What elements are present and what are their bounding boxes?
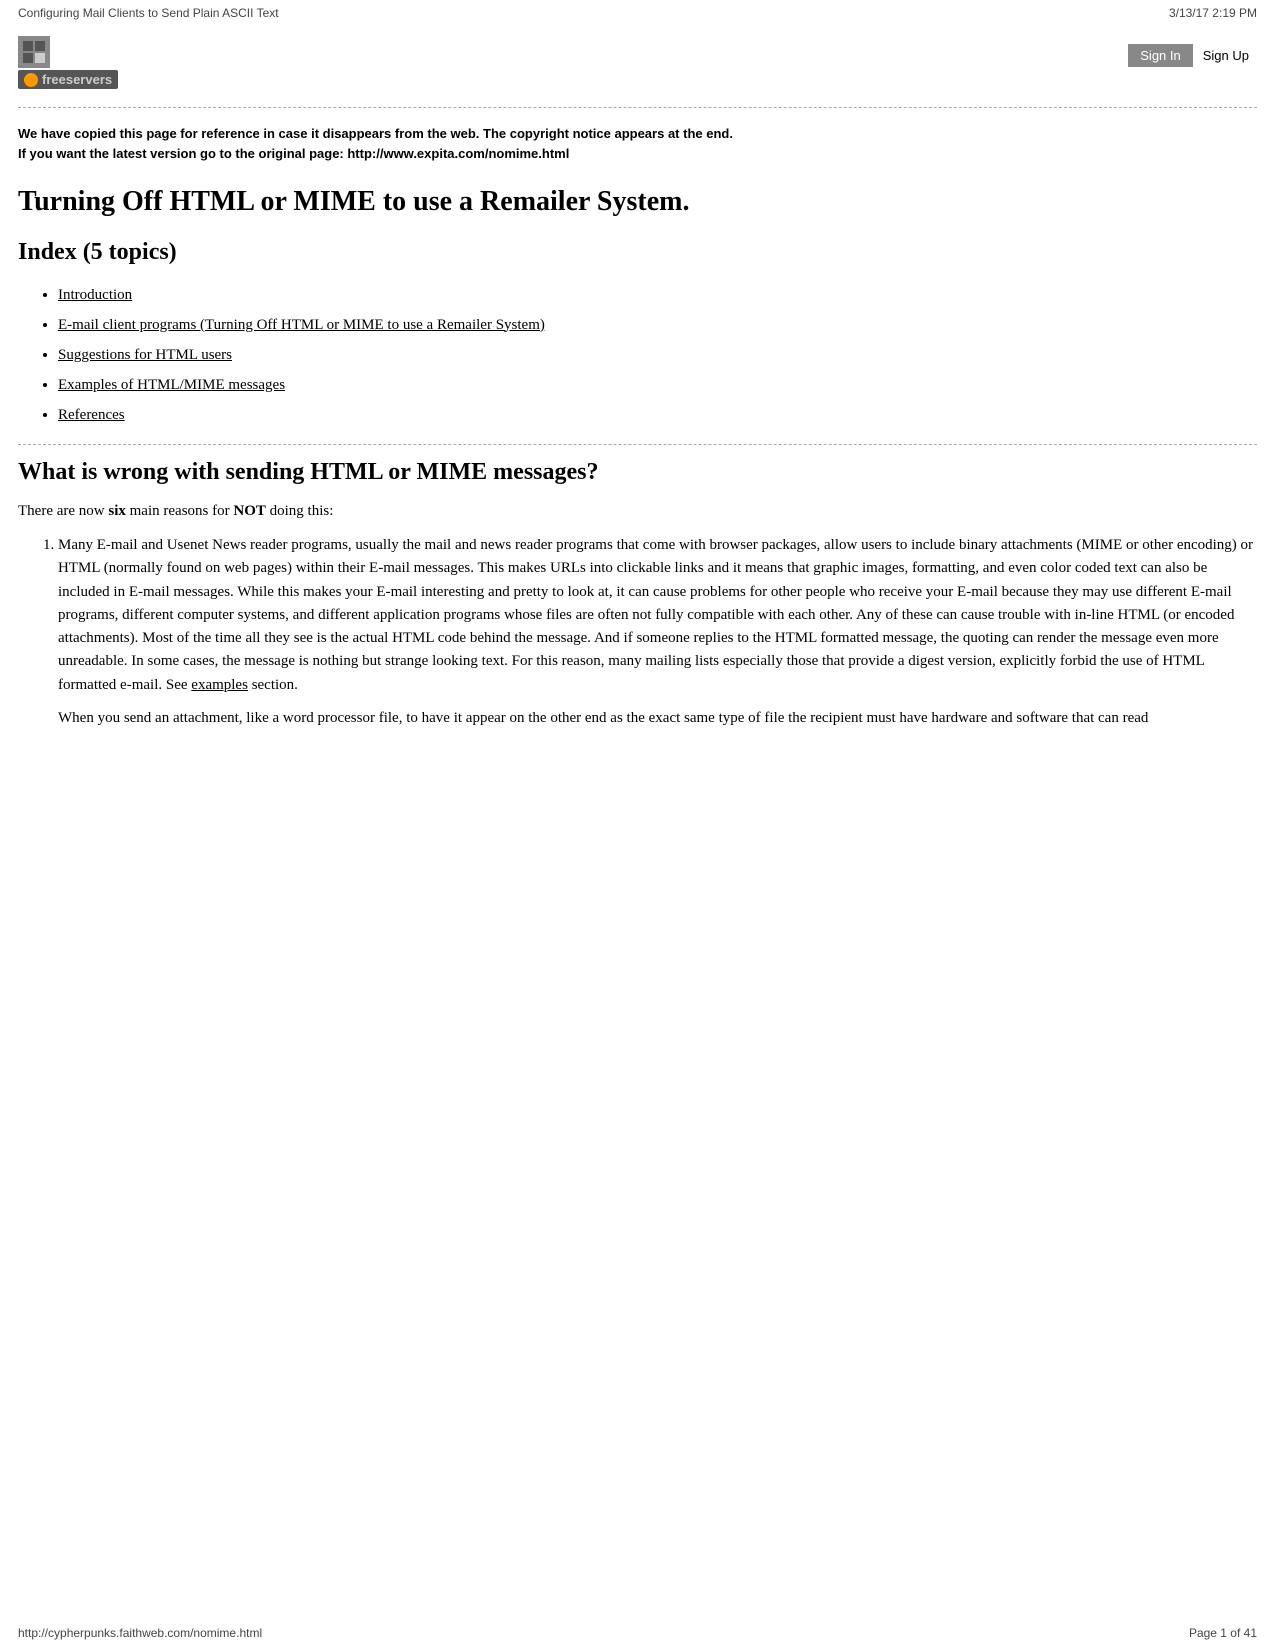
list-item: Examples of HTML/MIME messages bbox=[58, 370, 1257, 400]
footer-url: http://cypherpunks.faithweb.com/nomime.h… bbox=[18, 1626, 262, 1640]
main-content: Turning Off HTML or MIME to use a Remail… bbox=[0, 185, 1275, 730]
what-section-heading: What is wrong with sending HTML or MIME … bbox=[18, 459, 1257, 486]
section-divider bbox=[18, 444, 1257, 445]
logo-text: freeservers bbox=[18, 70, 118, 89]
what-section: What is wrong with sending HTML or MIME … bbox=[18, 459, 1257, 731]
auth-area: Sign In Sign Up bbox=[1128, 44, 1257, 67]
top-bar: Configuring Mail Clients to Send Plain A… bbox=[0, 0, 1275, 26]
examples-link[interactable]: examples bbox=[191, 677, 248, 693]
list-item: Introduction bbox=[58, 280, 1257, 310]
page-date: 3/13/17 2:19 PM bbox=[1169, 6, 1257, 20]
reason-1-text: Many E-mail and Usenet News reader progr… bbox=[58, 537, 1253, 693]
header-divider bbox=[18, 107, 1257, 108]
index-link-email-clients[interactable]: E-mail client programs (Turning Off HTML… bbox=[58, 317, 545, 333]
index-link-references[interactable]: References bbox=[58, 407, 125, 423]
logo-icon bbox=[18, 36, 50, 68]
list-item: Suggestions for HTML users bbox=[58, 340, 1257, 370]
page-browser-title: Configuring Mail Clients to Send Plain A… bbox=[18, 6, 279, 20]
logo-area: freeservers bbox=[18, 36, 118, 89]
index-link-suggestions[interactable]: Suggestions for HTML users bbox=[58, 347, 232, 363]
index-link-introduction[interactable]: Introduction bbox=[58, 287, 132, 303]
intro-paragraph: There are now six main reasons for NOT d… bbox=[18, 500, 1257, 523]
footer-bar: http://cypherpunks.faithweb.com/nomime.h… bbox=[0, 1616, 1275, 1650]
logo-circle-icon bbox=[24, 73, 38, 87]
footer-page: Page 1 of 41 bbox=[1189, 1626, 1257, 1640]
notice-text: We have copied this page for reference i… bbox=[18, 126, 733, 161]
reason-1-para2: When you send an attachment, like a word… bbox=[58, 707, 1257, 730]
index-section: Index (5 topics) Introduction E-mail cli… bbox=[18, 239, 1257, 430]
index-heading: Index (5 topics) bbox=[18, 239, 1257, 266]
notice-box: We have copied this page for reference i… bbox=[0, 116, 1275, 175]
sign-up-link[interactable]: Sign Up bbox=[1195, 44, 1257, 67]
list-item: E-mail client programs (Turning Off HTML… bbox=[58, 310, 1257, 340]
index-link-examples[interactable]: Examples of HTML/MIME messages bbox=[58, 377, 285, 393]
list-item: References bbox=[58, 400, 1257, 430]
sign-in-button[interactable]: Sign In bbox=[1128, 44, 1192, 67]
reasons-list: Many E-mail and Usenet News reader progr… bbox=[18, 534, 1257, 730]
index-list: Introduction E-mail client programs (Tur… bbox=[18, 280, 1257, 430]
page-title: Turning Off HTML or MIME to use a Remail… bbox=[18, 185, 1257, 219]
header: freeservers Sign In Sign Up bbox=[0, 26, 1275, 99]
list-item: Many E-mail and Usenet News reader progr… bbox=[58, 534, 1257, 730]
